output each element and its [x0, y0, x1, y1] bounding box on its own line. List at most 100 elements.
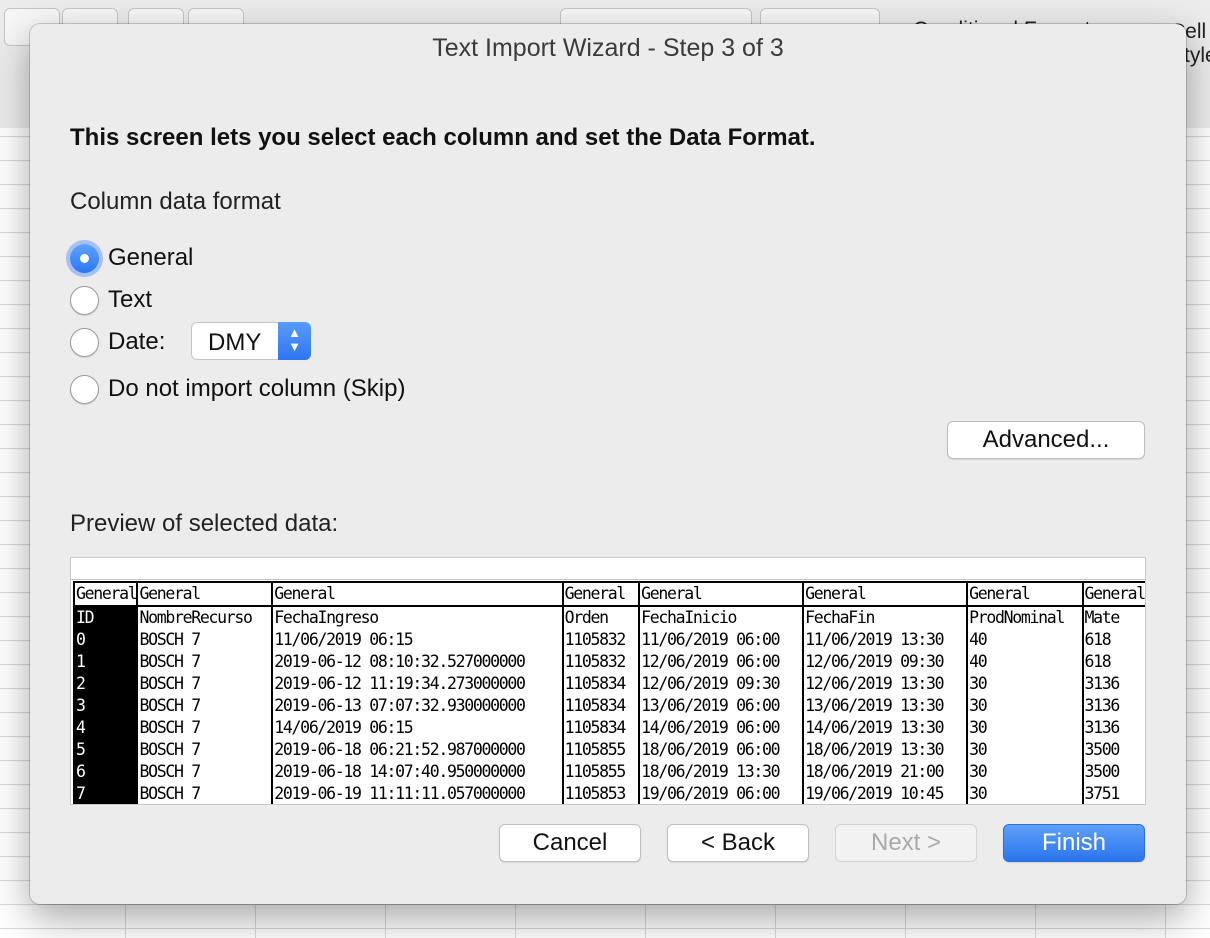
radio-general-label[interactable]: General	[108, 244, 193, 272]
preview-cell-selected[interactable]: 2	[72, 673, 138, 695]
preview-cell[interactable]: 30	[966, 761, 1083, 783]
preview-cell[interactable]: Orden	[561, 606, 640, 629]
preview-format-cell[interactable]: General	[802, 581, 968, 607]
preview-cell[interactable]: BOSCH 7	[136, 629, 273, 651]
preview-cell[interactable]: 14/06/2019 13:30	[802, 717, 968, 739]
preview-cell[interactable]: BOSCH 7	[136, 717, 273, 739]
preview-format-cell[interactable]: General	[136, 581, 273, 607]
preview-cell[interactable]: 1105853	[561, 783, 640, 804]
radio-general-row[interactable]: General	[70, 242, 193, 274]
preview-cell[interactable]: 12/06/2019 13:30	[802, 673, 968, 695]
preview-cell[interactable]: 1105834	[561, 695, 640, 717]
preview-cell[interactable]: 2019-06-18 14:07:40.950000000	[271, 761, 563, 783]
radio-text[interactable]	[70, 285, 99, 315]
preview-cell[interactable]: 618	[1081, 651, 1145, 673]
preview-cell[interactable]: ProdNominal	[966, 606, 1083, 629]
preview-cell[interactable]: 3136	[1081, 695, 1145, 717]
preview-cell-selected[interactable]: 1	[72, 651, 138, 673]
preview-cell[interactable]: 2019-06-18 06:21:52.987000000	[271, 739, 563, 761]
preview-cell[interactable]: BOSCH 7	[136, 695, 273, 717]
data-preview-pane[interactable]: General General General General General …	[70, 579, 1146, 805]
preview-cell[interactable]: 2019-06-12 08:10:32.527000000	[271, 651, 563, 673]
preview-format-cell[interactable]: General	[72, 581, 138, 607]
preview-cell-selected[interactable]: 5	[72, 739, 138, 761]
preview-cell[interactable]: 11/06/2019 06:15	[271, 629, 563, 651]
preview-format-cell[interactable]: General	[638, 581, 804, 607]
preview-format-cell[interactable]: General	[966, 581, 1083, 607]
preview-cell[interactable]: 40	[966, 629, 1083, 651]
preview-cell[interactable]: 30	[966, 695, 1083, 717]
preview-cell[interactable]: BOSCH 7	[136, 673, 273, 695]
preview-format-cell[interactable]: General	[1081, 581, 1145, 607]
radio-date-label[interactable]: Date:	[108, 328, 165, 356]
preview-cell[interactable]: FechaFin	[802, 606, 968, 629]
radio-skip-label[interactable]: Do not import column (Skip)	[108, 375, 405, 403]
preview-format-cell[interactable]: General	[271, 581, 563, 607]
finish-button[interactable]: Finish	[1003, 824, 1145, 862]
preview-cell[interactable]: BOSCH 7	[136, 651, 273, 673]
preview-cell[interactable]: 12/06/2019 06:00	[638, 651, 804, 673]
preview-cell-selected[interactable]: 4	[72, 717, 138, 739]
date-format-select[interactable]: DMY ▲ ▼	[191, 322, 311, 360]
preview-cell[interactable]: 18/06/2019 06:00	[638, 739, 804, 761]
advanced-button[interactable]: Advanced...	[947, 421, 1145, 459]
preview-cell[interactable]: 40	[966, 651, 1083, 673]
preview-cell[interactable]: FechaInicio	[638, 606, 804, 629]
text-import-wizard-dialog: Text Import Wizard - Step 3 of 3 This sc…	[30, 24, 1186, 904]
preview-cell[interactable]: Mate	[1081, 606, 1145, 629]
cancel-button[interactable]: Cancel	[499, 824, 641, 862]
preview-cell[interactable]: 1105855	[561, 739, 640, 761]
preview-cell[interactable]: BOSCH 7	[136, 783, 273, 804]
preview-cell[interactable]: 3751	[1081, 783, 1145, 804]
preview-cell[interactable]: 3500	[1081, 761, 1145, 783]
preview-cell[interactable]: 2019-06-13 07:07:32.930000000	[271, 695, 563, 717]
preview-cell[interactable]: 1105834	[561, 673, 640, 695]
preview-cell-selected[interactable]: 6	[72, 761, 138, 783]
preview-cell[interactable]: 1105834	[561, 717, 640, 739]
chevron-up-down-icon[interactable]: ▲ ▼	[278, 322, 311, 360]
back-button[interactable]: < Back	[667, 824, 809, 862]
preview-cell[interactable]: 11/06/2019 13:30	[802, 629, 968, 651]
preview-cell[interactable]: BOSCH 7	[136, 761, 273, 783]
preview-cell[interactable]: 1105832	[561, 629, 640, 651]
preview-cell[interactable]: 3136	[1081, 717, 1145, 739]
preview-cell[interactable]: 618	[1081, 629, 1145, 651]
preview-cell[interactable]: 19/06/2019 10:45	[802, 783, 968, 804]
preview-cell[interactable]: 11/06/2019 06:00	[638, 629, 804, 651]
preview-cell[interactable]: 18/06/2019 21:00	[802, 761, 968, 783]
preview-cell[interactable]: 18/06/2019 13:30	[802, 739, 968, 761]
radio-general[interactable]	[70, 243, 99, 273]
preview-cell[interactable]: 18/06/2019 13:30	[638, 761, 804, 783]
radio-skip-row[interactable]: Do not import column (Skip)	[70, 373, 405, 405]
radio-date[interactable]	[70, 327, 99, 357]
radio-text-label[interactable]: Text	[108, 286, 152, 314]
preview-cell[interactable]: 3500	[1081, 739, 1145, 761]
preview-cell[interactable]: 3136	[1081, 673, 1145, 695]
radio-date-row[interactable]: Date:	[70, 326, 165, 358]
radio-text-row[interactable]: Text	[70, 284, 152, 316]
preview-cell[interactable]: 1105832	[561, 651, 640, 673]
preview-cell[interactable]: 30	[966, 783, 1083, 804]
preview-cell[interactable]: 1105855	[561, 761, 640, 783]
preview-cell[interactable]: 14/06/2019 06:00	[638, 717, 804, 739]
radio-skip[interactable]	[70, 374, 99, 404]
preview-cell[interactable]: FechaIngreso	[271, 606, 563, 629]
preview-cell[interactable]: 12/06/2019 09:30	[802, 651, 968, 673]
preview-cell[interactable]: 12/06/2019 09:30	[638, 673, 804, 695]
preview-cell[interactable]: 30	[966, 739, 1083, 761]
preview-cell-selected[interactable]: 0	[72, 629, 138, 651]
preview-cell[interactable]: 30	[966, 673, 1083, 695]
preview-cell-selected[interactable]: ID	[72, 606, 138, 629]
preview-cell[interactable]: NombreRecurso	[136, 606, 273, 629]
preview-cell[interactable]: 13/06/2019 13:30	[802, 695, 968, 717]
preview-cell[interactable]: 30	[966, 717, 1083, 739]
preview-cell[interactable]: 13/06/2019 06:00	[638, 695, 804, 717]
preview-cell[interactable]: 2019-06-19 11:11:11.057000000	[271, 783, 563, 804]
preview-cell[interactable]: 19/06/2019 06:00	[638, 783, 804, 804]
preview-cell[interactable]: 2019-06-12 11:19:34.273000000	[271, 673, 563, 695]
preview-cell[interactable]: BOSCH 7	[136, 739, 273, 761]
preview-format-cell[interactable]: General	[561, 581, 640, 607]
preview-cell[interactable]: 14/06/2019 06:15	[271, 717, 563, 739]
preview-cell-selected[interactable]: 7	[72, 783, 138, 804]
preview-cell-selected[interactable]: 3	[72, 695, 138, 717]
